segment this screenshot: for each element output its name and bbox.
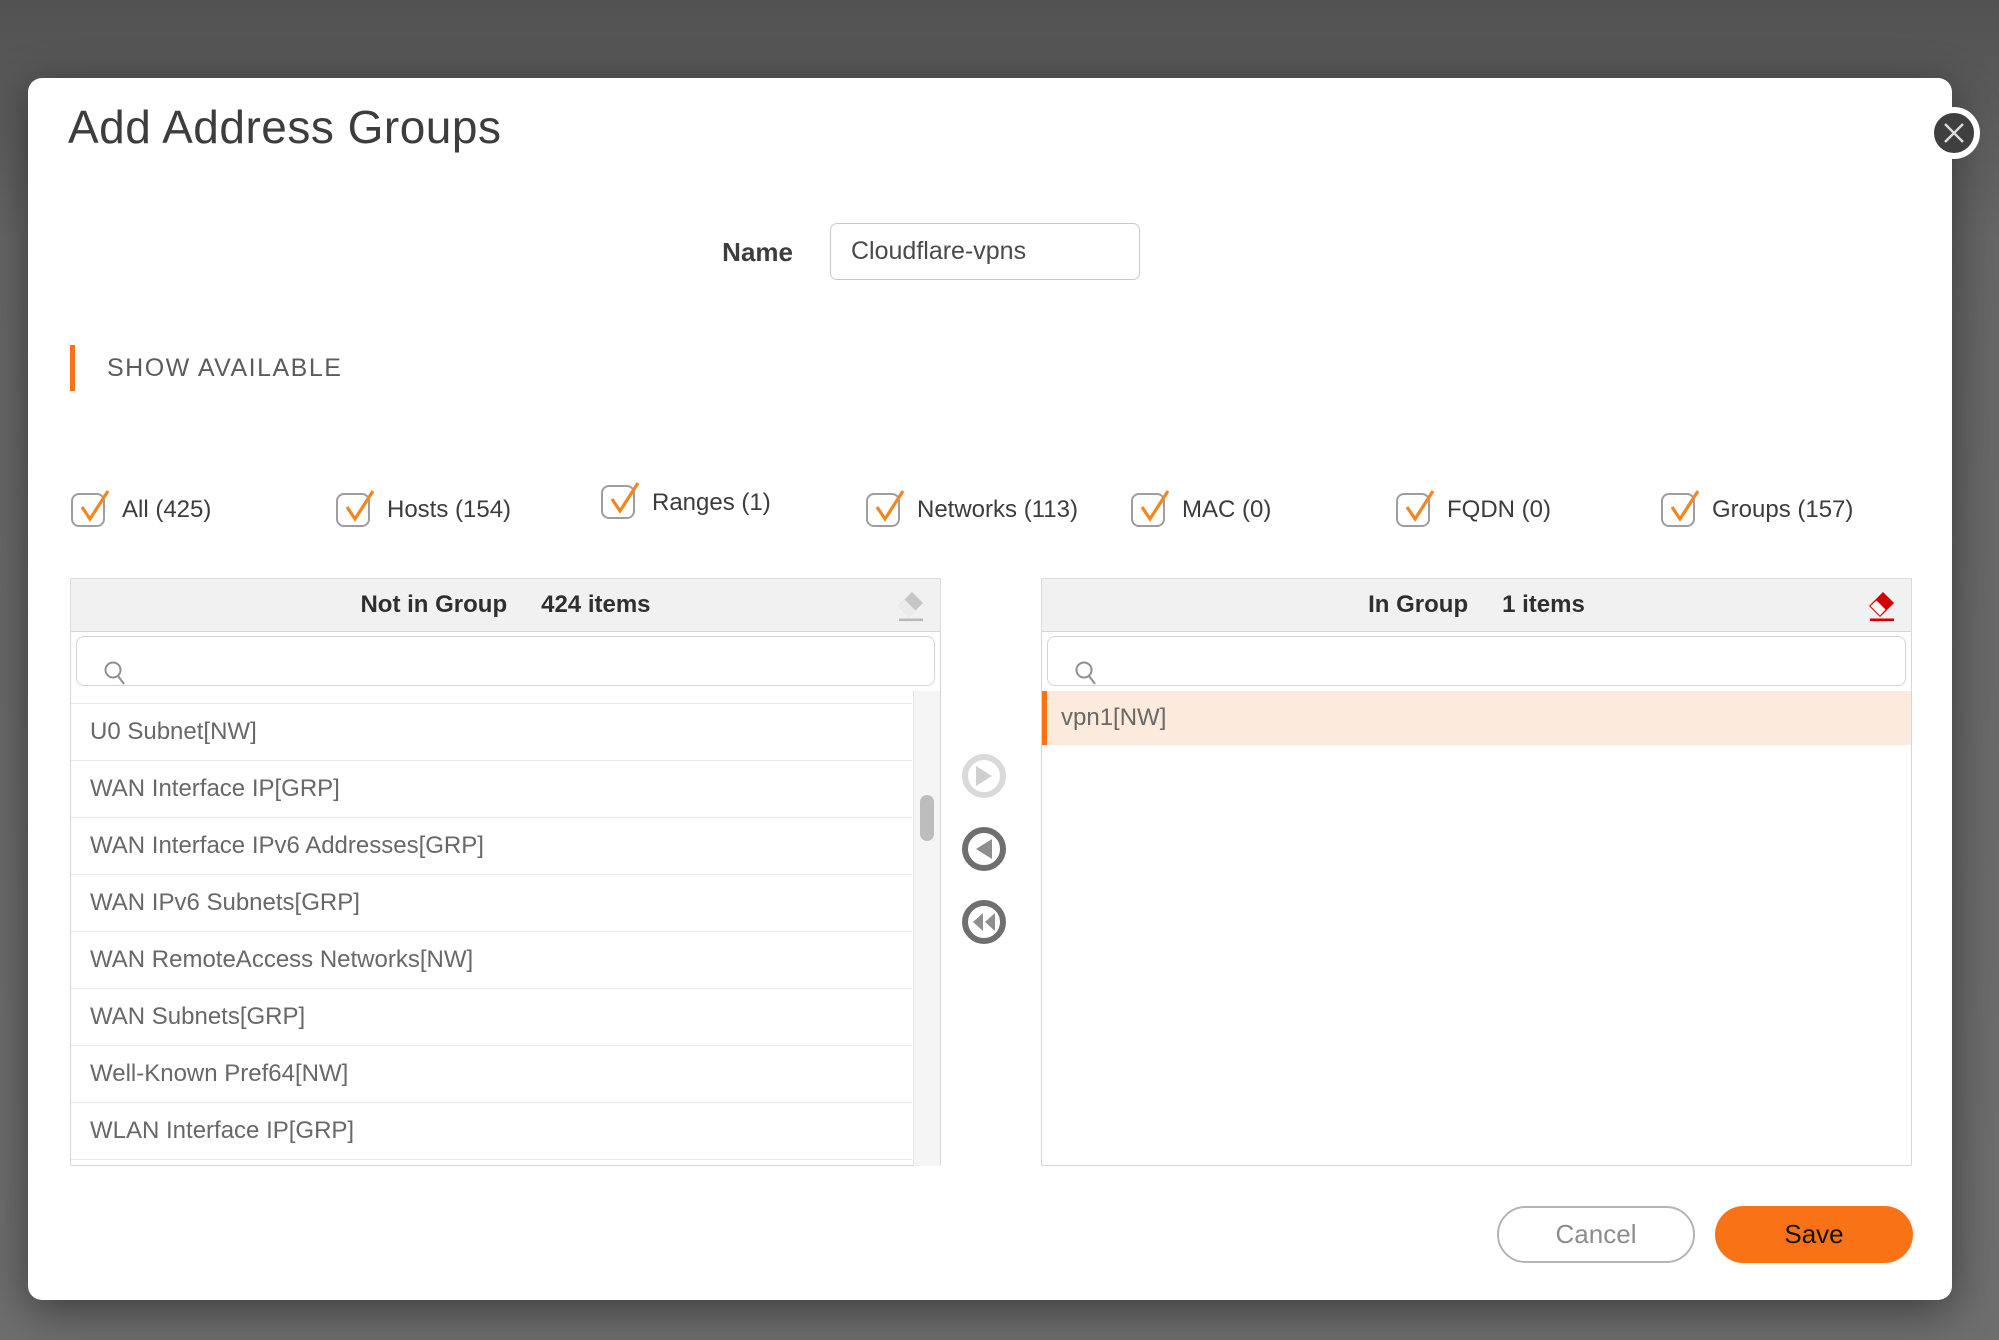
- save-button[interactable]: Save: [1715, 1206, 1913, 1263]
- filter-checkbox-item[interactable]: Networks (113): [866, 490, 1131, 527]
- filter-checkbox-item[interactable]: All (425): [71, 490, 336, 527]
- modal-backdrop: Add Address Groups Name SHOW AVAILABLE: [0, 0, 1999, 1340]
- filter-checkbox-item[interactable]: MAC (0): [1131, 490, 1396, 527]
- cancel-button[interactable]: Cancel: [1497, 1206, 1695, 1263]
- checkbox[interactable]: [1396, 490, 1435, 527]
- left-search-box: [76, 636, 935, 686]
- not-in-group-body: U0 Subnet[NW] WAN Interface IP[GRP] WAN …: [70, 631, 941, 1166]
- left-search-input[interactable]: [127, 637, 924, 685]
- clear-group-button[interactable]: [1865, 589, 1899, 623]
- transfer-controls: [962, 754, 1018, 973]
- move-left-button[interactable]: [962, 827, 1006, 871]
- filter-label: Groups (157): [1712, 496, 1854, 523]
- name-field-row: Name: [28, 223, 1952, 280]
- partial-row: [71, 691, 912, 704]
- close-button[interactable]: [1928, 107, 1980, 159]
- list-item[interactable]: U0 Subnet[NW]: [71, 704, 912, 761]
- in-group-header: In Group 1 items: [1041, 578, 1912, 631]
- double-arrow-left-icon: [972, 912, 996, 932]
- checkbox[interactable]: [1131, 490, 1170, 527]
- name-input[interactable]: [830, 223, 1140, 280]
- list-item[interactable]: WAN Interface IP[GRP]: [71, 761, 912, 818]
- checkbox[interactable]: [71, 490, 110, 527]
- panel-count: 424 items: [541, 591, 651, 618]
- filter-label: FQDN (0): [1447, 496, 1551, 523]
- checkbox[interactable]: [866, 490, 905, 527]
- close-icon: [1942, 121, 1966, 145]
- panel-title: Not in Group: [360, 591, 508, 618]
- show-available-section: SHOW AVAILABLE: [70, 345, 342, 391]
- not-in-group-list: U0 Subnet[NW] WAN Interface IP[GRP] WAN …: [71, 691, 940, 1166]
- filter-checkbox-row: All (425) Hosts (154) Ranges (1) Network…: [71, 476, 1931, 544]
- section-accent-bar: [70, 345, 75, 391]
- filter-label: Hosts (154): [387, 496, 512, 523]
- list-item[interactable]: WAN Interface IPv6 Addresses[GRP]: [71, 818, 912, 875]
- list-item[interactable]: WLAN Interface IP[GRP]: [71, 1103, 912, 1160]
- list-item[interactable]: Well-Known Pref64[NW]: [71, 1046, 912, 1103]
- right-search-box: [1047, 636, 1906, 686]
- panel-title: In Group: [1368, 591, 1469, 618]
- filter-checkbox-item[interactable]: FQDN (0): [1396, 490, 1661, 527]
- name-label: Name: [722, 237, 793, 267]
- add-address-groups-dialog: Add Address Groups Name SHOW AVAILABLE: [28, 78, 1980, 1300]
- arrow-right-icon: [975, 765, 993, 787]
- filter-label: Networks (113): [917, 496, 1078, 523]
- move-all-left-button[interactable]: [962, 900, 1006, 944]
- list-item[interactable]: WAN Subnets[GRP]: [71, 989, 912, 1046]
- page-title: Add Address Groups: [68, 101, 502, 153]
- eraser-icon-red: [1867, 590, 1897, 622]
- move-right-button[interactable]: [962, 754, 1006, 798]
- not-in-group-panel: Not in Group 424 items U0 Subnet[NW] WAN…: [70, 578, 941, 1166]
- list-item[interactable]: WAN RemoteAccess Networks[NW]: [71, 932, 912, 989]
- list-item-selected[interactable]: vpn1[NW]: [1042, 691, 1911, 745]
- not-in-group-header: Not in Group 424 items: [70, 578, 941, 631]
- right-search-input[interactable]: [1098, 637, 1895, 685]
- filter-label: MAC (0): [1182, 496, 1272, 523]
- in-group-body: vpn1[NW]: [1041, 631, 1912, 1166]
- panel-count: 1 items: [1502, 591, 1585, 618]
- checkbox[interactable]: [336, 490, 375, 527]
- in-group-list: vpn1[NW]: [1042, 691, 1911, 1166]
- checkbox[interactable]: [601, 482, 640, 519]
- checkbox[interactable]: [1661, 490, 1700, 527]
- filter-label: All (425): [122, 496, 212, 523]
- list-item[interactable]: WAN IPv6 Subnets[GRP]: [71, 875, 912, 932]
- filter-checkbox-item[interactable]: Hosts (154): [336, 490, 601, 527]
- section-title: SHOW AVAILABLE: [107, 353, 343, 382]
- arrow-left-icon: [975, 838, 993, 860]
- filter-label: Ranges (1): [652, 488, 771, 516]
- filter-checkbox-item[interactable]: Ranges (1): [601, 482, 866, 519]
- in-group-panel: In Group 1 items vpn1[NW]: [1041, 578, 1912, 1166]
- left-list-scroll-thumb[interactable]: [920, 795, 934, 841]
- eraser-icon: [896, 590, 926, 622]
- filter-checkbox-item[interactable]: Groups (157): [1661, 490, 1854, 527]
- left-list-scrollbar[interactable]: [913, 691, 940, 1166]
- clear-selection-button[interactable]: [894, 589, 928, 623]
